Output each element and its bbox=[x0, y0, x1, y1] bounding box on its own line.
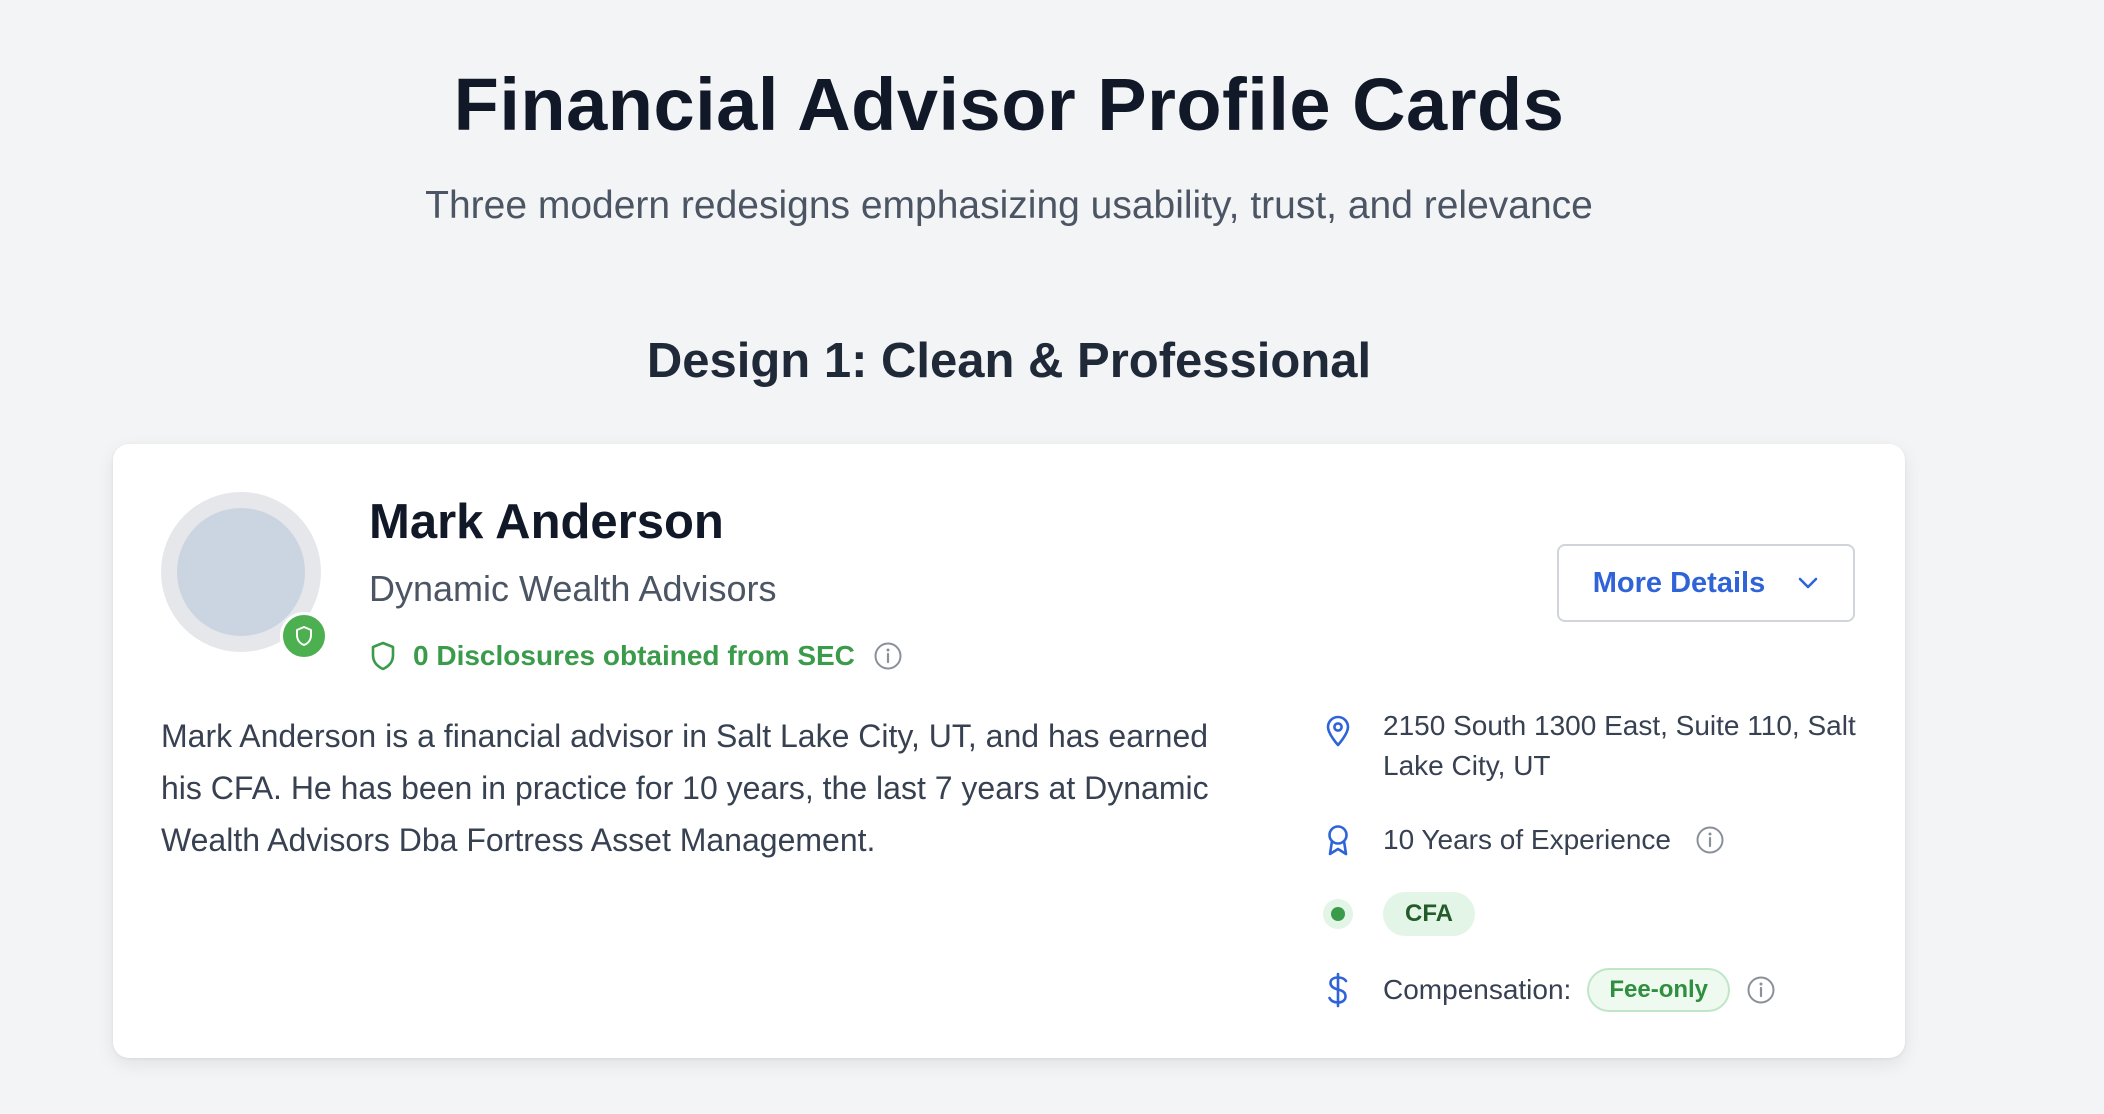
shield-icon bbox=[294, 625, 314, 647]
page-title: Financial Advisor Profile Cards bbox=[453, 63, 1565, 146]
more-details-button[interactable]: More Details bbox=[1557, 544, 1855, 622]
advisor-bio: Mark Anderson is a financial advisor in … bbox=[161, 718, 1209, 858]
experience-row: 10 Years of Experience bbox=[1321, 820, 1725, 860]
map-pin-icon bbox=[1321, 714, 1355, 748]
dollar-icon bbox=[1321, 972, 1355, 1008]
shield-icon bbox=[369, 640, 397, 672]
status-dot-icon bbox=[1321, 897, 1355, 931]
address-row: 2150 South 1300 East, Suite 110, Salt La… bbox=[1321, 706, 1893, 786]
certification-row: CFA bbox=[1321, 892, 1475, 936]
certification-badge: CFA bbox=[1383, 892, 1475, 936]
compensation-label: Compensation: bbox=[1383, 974, 1572, 1005]
page-subtitle: Three modern redesigns emphasizing usabi… bbox=[425, 184, 1593, 227]
disclosures-text: 0 Disclosures obtained from SEC bbox=[413, 640, 855, 671]
verified-badge bbox=[280, 612, 328, 660]
info-icon[interactable] bbox=[1746, 975, 1776, 1005]
firm-name: Dynamic Wealth Advisors bbox=[369, 568, 777, 609]
section-title: Design 1: Clean & Professional bbox=[646, 334, 1372, 388]
compensation-badge: Fee-only bbox=[1587, 968, 1731, 1012]
compensation-row: Compensation: Fee-only bbox=[1321, 968, 1776, 1012]
advisor-profile-card: Mark Anderson Dynamic Wealth Advisors 0 … bbox=[113, 444, 1905, 1058]
award-ribbon-icon bbox=[1321, 823, 1355, 857]
address-text: 2150 South 1300 East, Suite 110, Salt La… bbox=[1383, 710, 1856, 781]
avatar-placeholder bbox=[177, 508, 305, 636]
disclosures-row: 0 Disclosures obtained from SEC bbox=[369, 636, 903, 676]
info-icon[interactable] bbox=[873, 641, 903, 671]
experience-text: 10 Years of Experience bbox=[1383, 824, 1671, 855]
more-details-label: More Details bbox=[1592, 566, 1766, 599]
chevron-down-icon bbox=[1797, 576, 1819, 590]
info-icon[interactable] bbox=[1695, 825, 1725, 855]
advisor-name: Mark Anderson bbox=[369, 495, 724, 549]
